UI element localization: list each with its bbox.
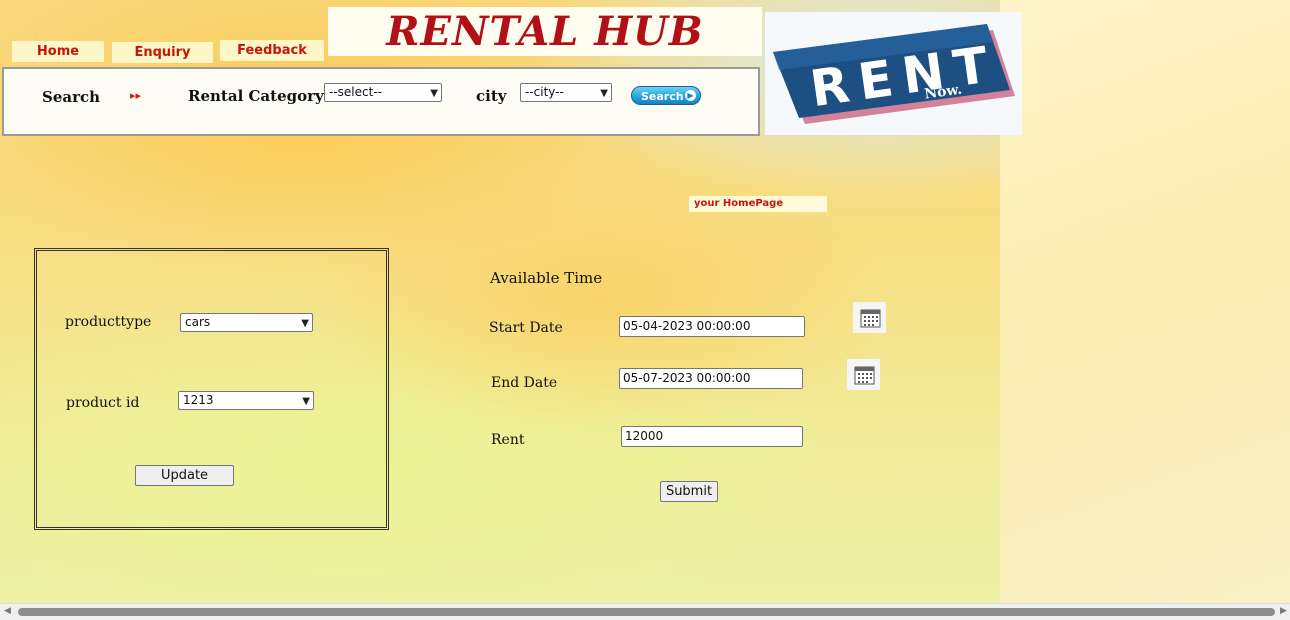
end-date-label: End Date: [491, 375, 558, 391]
product-id-label: product id: [66, 395, 140, 411]
product-id-value: 1213: [183, 393, 214, 407]
end-date-input[interactable]: 05-07-2023 00:00:00: [619, 368, 803, 389]
search-panel: Search ▸▸ Rental Category --select-- ▼ c…: [2, 67, 760, 136]
nav-enquiry[interactable]: Enquiry: [112, 42, 213, 63]
search-button-label: Search: [641, 90, 684, 103]
end-date-calendar-icon[interactable]: [847, 359, 880, 390]
product-update-panel: producttype cars ▼ product id 1213 ▼ Upd…: [34, 248, 389, 530]
nav-home[interactable]: Home: [12, 41, 104, 62]
scrollbar-thumb[interactable]: [18, 608, 1275, 616]
start-date-label: Start Date: [489, 320, 563, 336]
scroll-right-icon[interactable]: ▶: [1280, 606, 1287, 616]
producttype-value: cars: [185, 315, 211, 329]
producttype-select[interactable]: cars ▼: [180, 313, 313, 332]
double-arrow-icon: ▸▸: [130, 89, 142, 102]
go-arrow-icon: ▶: [685, 90, 696, 101]
horizontal-scrollbar[interactable]: ◀ ▶: [0, 603, 1290, 620]
city-value: --city--: [525, 85, 564, 99]
city-label: city: [476, 87, 507, 105]
start-date-value: 05-04-2023 00:00:00: [623, 319, 751, 333]
page-right-area: [1000, 0, 1290, 603]
available-time-heading: Available Time: [490, 269, 603, 287]
update-button[interactable]: Update: [135, 465, 234, 486]
site-title: RENTAL HUB: [386, 8, 704, 55]
rental-category-label: Rental Category: [188, 87, 324, 105]
start-date-input[interactable]: 05-04-2023 00:00:00: [619, 316, 805, 337]
chevron-down-icon: ▼: [302, 396, 310, 407]
rent-value: 12000: [625, 429, 664, 443]
producttype-label: producttype: [65, 314, 152, 330]
product-id-select[interactable]: 1213 ▼: [178, 391, 314, 410]
nav-feedback[interactable]: Feedback: [220, 40, 324, 61]
rent-now-logo: RENT Now.: [765, 12, 1022, 135]
rent-input[interactable]: 12000: [621, 426, 803, 447]
start-date-calendar-icon[interactable]: [853, 302, 886, 333]
search-button[interactable]: Search ▶: [631, 86, 701, 105]
rent-label: Rent: [491, 432, 525, 448]
end-date-value: 05-07-2023 00:00:00: [623, 371, 751, 385]
chevron-down-icon: ▼: [430, 88, 438, 99]
search-label: Search: [42, 88, 101, 106]
rental-category-select[interactable]: --select-- ▼: [324, 83, 442, 102]
rent-logo-icon: RENT Now.: [773, 24, 1015, 124]
homepage-link[interactable]: your HomePage: [689, 196, 827, 212]
chevron-down-icon: ▼: [600, 88, 608, 99]
rental-category-value: --select--: [329, 85, 382, 99]
site-title-banner: RENTAL HUB: [328, 7, 762, 56]
city-select[interactable]: --city-- ▼: [520, 83, 612, 102]
scroll-left-icon[interactable]: ◀: [4, 606, 11, 616]
submit-button[interactable]: Submit: [660, 481, 718, 502]
chevron-down-icon: ▼: [301, 318, 309, 329]
